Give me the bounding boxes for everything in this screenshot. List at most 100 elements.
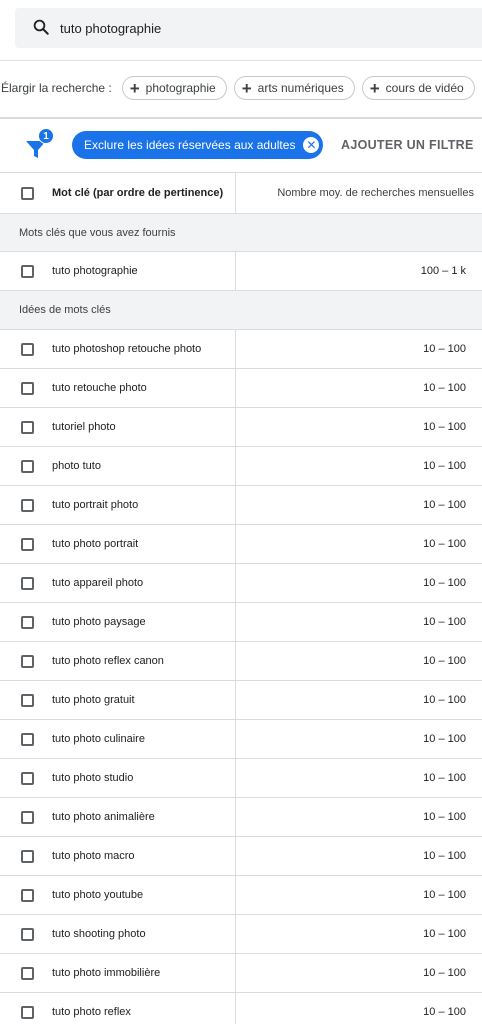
keyword-table: Mot clé (par ordre de pertinence) Nombre… — [0, 172, 482, 1024]
active-filter-label: Exclure les idées réservées aux adultes — [84, 138, 296, 152]
table-row[interactable]: tuto portrait photo 10 – 100 — [0, 486, 482, 525]
row-checkbox[interactable] — [21, 381, 34, 395]
volume-cell: 10 – 100 — [423, 655, 466, 667]
volume-cell: 10 – 100 — [423, 343, 466, 355]
chip-arts-numeriques[interactable]: + arts numériques — [233, 76, 355, 100]
filter-count-badge: 1 — [38, 128, 54, 144]
row-checkbox[interactable] — [21, 732, 34, 746]
keyword-cell: tutoriel photo — [52, 421, 116, 433]
table-row[interactable]: tutoriel photo 10 – 100 — [0, 408, 482, 447]
broaden-label: Élargir la recherche : — [1, 81, 112, 95]
keyword-cell: tuto photo animalière — [52, 811, 155, 823]
row-checkbox[interactable] — [21, 849, 34, 863]
keyword-cell: tuto appareil photo — [52, 577, 144, 589]
volume-cell: 10 – 100 — [423, 811, 466, 823]
row-checkbox[interactable] — [21, 927, 34, 941]
section-keyword-ideas: Idées de mots clés — [0, 291, 482, 330]
table-row[interactable]: tuto photo youtube 10 – 100 — [0, 876, 482, 915]
table-row[interactable]: tuto photo macro 10 – 100 — [0, 837, 482, 876]
row-checkbox[interactable] — [21, 420, 34, 434]
keyword-cell: tuto photo youtube — [52, 889, 144, 901]
volume-cell: 10 – 100 — [423, 538, 466, 550]
row-checkbox[interactable] — [21, 342, 34, 356]
search-input[interactable]: tuto photographie — [60, 21, 161, 36]
row-checkbox[interactable] — [21, 888, 34, 902]
row-checkbox[interactable] — [21, 576, 34, 590]
row-checkbox[interactable] — [21, 966, 34, 980]
table-row[interactable]: tuto appareil photo 10 – 100 — [0, 564, 482, 603]
active-filter-chip[interactable]: Exclure les idées réservées aux adultes … — [72, 131, 324, 159]
table-row[interactable]: tuto photo studio 10 – 100 — [0, 759, 482, 798]
column-header-volume[interactable]: Nombre moy. de recherches mensuelles — [236, 187, 482, 199]
volume-cell: 10 – 100 — [423, 733, 466, 745]
volume-cell: 10 – 100 — [423, 889, 466, 901]
table-row[interactable]: tuto retouche photo 10 – 100 — [0, 369, 482, 408]
search-bar[interactable]: tuto photographie — [15, 8, 482, 48]
row-checkbox[interactable] — [21, 498, 34, 512]
table-row[interactable]: tuto photo animalière 10 – 100 — [0, 798, 482, 837]
row-checkbox[interactable] — [21, 1005, 34, 1019]
table-row[interactable]: tuto photo portrait 10 – 100 — [0, 525, 482, 564]
keyword-cell: tuto photo paysage — [52, 616, 146, 628]
keyword-cell: photo tuto — [52, 460, 101, 472]
keyword-cell: tuto photographie — [52, 265, 138, 277]
table-header: Mot clé (par ordre de pertinence) Nombre… — [0, 173, 482, 214]
row-checkbox[interactable] — [21, 810, 34, 824]
table-row[interactable]: tuto photographie 100 – 1 k — [0, 252, 482, 291]
chip-label: cours de vidéo — [385, 81, 464, 95]
chip-label: photographie — [145, 81, 216, 95]
keyword-cell: tuto photoshop retouche photo — [52, 343, 202, 355]
row-checkbox[interactable] — [21, 615, 34, 629]
volume-cell: 10 – 100 — [423, 928, 466, 940]
table-row[interactable]: tuto photo gratuit 10 – 100 — [0, 681, 482, 720]
keyword-cell: tuto photo portrait — [52, 538, 139, 550]
table-row[interactable]: photo tuto 10 – 100 — [0, 447, 482, 486]
volume-cell: 10 – 100 — [423, 460, 466, 472]
row-checkbox[interactable] — [21, 771, 34, 785]
keyword-cell: tuto photo reflex canon — [52, 655, 164, 667]
volume-cell: 10 – 100 — [423, 694, 466, 706]
plus-icon: + — [129, 78, 140, 98]
row-checkbox[interactable] — [21, 537, 34, 551]
table-row[interactable]: tuto photo immobilière 10 – 100 — [0, 954, 482, 993]
chip-cours-de-video[interactable]: + cours de vidéo — [361, 76, 475, 100]
keyword-cell: tuto photo studio — [52, 772, 134, 784]
close-icon[interactable]: ✕ — [303, 137, 320, 153]
chip-photographie[interactable]: + photographie — [121, 76, 227, 100]
broaden-search-bar: Élargir la recherche : + photographie + … — [0, 76, 482, 100]
chip-label: arts numériques — [257, 81, 344, 95]
volume-cell: 10 – 100 — [423, 967, 466, 979]
volume-cell: 10 – 100 — [423, 850, 466, 862]
keyword-cell: tuto photo reflex — [52, 1006, 131, 1018]
keyword-cell: tuto retouche photo — [52, 382, 147, 394]
column-header-keyword[interactable]: Mot clé (par ordre de pertinence) — [52, 187, 223, 199]
divider — [0, 117, 482, 119]
row-checkbox[interactable] — [21, 693, 34, 707]
plus-icon: + — [241, 78, 252, 98]
keyword-cell: tuto photo gratuit — [52, 694, 135, 706]
search-icon[interactable] — [32, 18, 50, 39]
row-checkbox[interactable] — [21, 264, 34, 278]
keyword-cell: tuto portrait photo — [52, 499, 139, 511]
volume-cell: 10 – 100 — [423, 1006, 466, 1018]
volume-cell: 10 – 100 — [423, 499, 466, 511]
volume-cell: 10 – 100 — [423, 616, 466, 628]
table-row[interactable]: tuto photo culinaire 10 – 100 — [0, 720, 482, 759]
select-all-checkbox[interactable] — [21, 186, 34, 200]
table-row[interactable]: tuto shooting photo 10 – 100 — [0, 915, 482, 954]
volume-cell: 100 – 1 k — [420, 265, 466, 277]
row-checkbox[interactable] — [21, 459, 34, 473]
keyword-cell: tuto shooting photo — [52, 928, 146, 940]
volume-cell: 10 – 100 — [423, 421, 466, 433]
table-row[interactable]: tuto photoshop retouche photo 10 – 100 — [0, 330, 482, 369]
table-row[interactable]: tuto photo reflex 10 – 100 — [0, 993, 482, 1024]
table-row[interactable]: tuto photo paysage 10 – 100 — [0, 603, 482, 642]
table-row[interactable]: tuto photo reflex canon 10 – 100 — [0, 642, 482, 681]
volume-cell: 10 – 100 — [423, 772, 466, 784]
filter-bar: 1 Exclure les idées réservées aux adulte… — [0, 128, 482, 162]
add-filter-button[interactable]: AJOUTER UN FILTRE — [341, 138, 474, 152]
row-checkbox[interactable] — [21, 654, 34, 668]
volume-cell: 10 – 100 — [423, 382, 466, 394]
keyword-cell: tuto photo culinaire — [52, 733, 145, 745]
divider — [0, 60, 482, 61]
